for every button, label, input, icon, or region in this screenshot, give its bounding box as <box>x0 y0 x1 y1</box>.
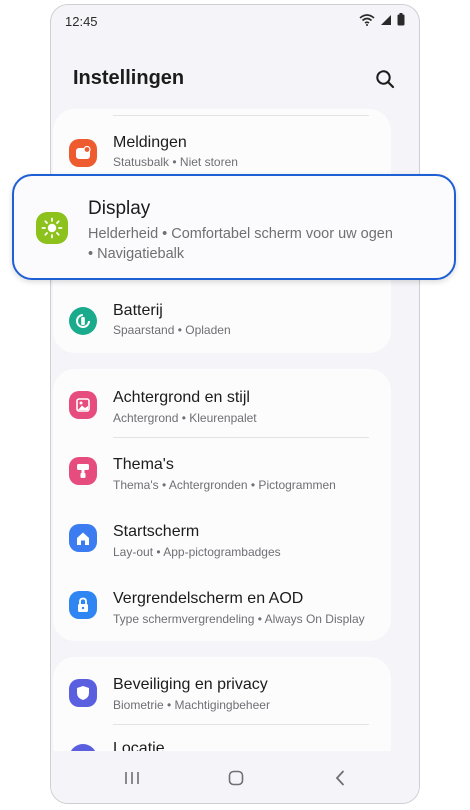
item-subtitle: Lay-out • App-pictogrambadges <box>113 545 281 559</box>
item-subtitle-continued: • Navigatiebalk <box>88 246 185 262</box>
item-subtitle: Statusbalk • Niet storen <box>113 155 238 169</box>
settings-item-beveiliging[interactable]: Beveiliging en privacy Biometrie • Macht… <box>53 657 391 723</box>
search-button[interactable] <box>371 65 399 93</box>
recent-apps-button[interactable] <box>117 763 147 793</box>
item-title: Vergrendelscherm en AOD <box>113 590 304 607</box>
page-title: Instellingen <box>73 67 185 89</box>
item-title: Achtergrond en stijl <box>113 389 250 406</box>
item-title: Batterij <box>113 302 163 319</box>
home-button[interactable] <box>221 763 251 793</box>
signal-icon <box>381 14 391 25</box>
item-title: Meldingen <box>113 134 187 151</box>
item-title: Beveiliging en privacy <box>113 676 268 693</box>
status-icons <box>359 13 405 26</box>
status-time: 12:45 <box>65 14 98 29</box>
settings-item-batterij[interactable]: Batterij Spaarstand • Opladen <box>53 289 391 353</box>
phone-screen: 12:45 Instellingen Meldingen Statusbalk … <box>50 4 420 804</box>
status-bar: 12:45 <box>51 5 419 37</box>
item-subtitle: Helderheid • Comfortabel scherm voor uw … <box>88 226 393 242</box>
shield-icon <box>69 679 97 707</box>
navigation-bar <box>51 751 419 803</box>
title-row: Instellingen <box>51 61 419 101</box>
item-subtitle: Type schermvergrendeling • Always On Dis… <box>113 612 365 626</box>
wallpaper-icon <box>69 391 97 419</box>
home-button-icon <box>228 770 244 786</box>
battery-status-icon <box>397 13 405 26</box>
settings-item-achtergrond-en-stijl[interactable]: Achtergrond en stijl Achtergrond • Kleur… <box>53 369 391 435</box>
item-title: Display <box>88 198 151 219</box>
settings-item-themas[interactable]: Thema's Thema's • Achtergronden • Pictog… <box>53 437 391 503</box>
item-subtitle: Spaarstand • Opladen <box>113 323 231 337</box>
home-icon <box>69 524 97 552</box>
settings-item-vergrendelscherm[interactable]: Vergrendelscherm en AOD Type schermvergr… <box>53 571 391 637</box>
item-subtitle: Biometrie • Machtigingbeheer <box>113 698 270 712</box>
lock-icon <box>69 591 97 619</box>
wifi-icon <box>359 13 375 26</box>
settings-group-2: Achtergrond en stijl Achtergrond • Kleur… <box>53 369 391 641</box>
bell-icon <box>69 139 97 167</box>
theme-brush-icon <box>69 457 97 485</box>
recent-apps-icon <box>125 772 139 784</box>
back-icon <box>335 770 344 786</box>
item-title: Thema's <box>113 456 174 473</box>
battery-icon <box>69 307 97 335</box>
brightness-icon <box>36 212 68 244</box>
item-subtitle: Thema's • Achtergronden • Pictogrammen <box>113 478 336 492</box>
settings-item-startscherm[interactable]: Startscherm Lay-out • App-pictogrambadge… <box>53 504 391 570</box>
back-button[interactable] <box>325 763 355 793</box>
settings-item-display[interactable]: Display Helderheid • Comfortabel scherm … <box>12 174 456 280</box>
item-title: Startscherm <box>113 523 200 540</box>
search-icon <box>376 70 395 89</box>
item-subtitle: Achtergrond • Kleurenpalet <box>113 411 257 425</box>
divider <box>113 115 369 116</box>
